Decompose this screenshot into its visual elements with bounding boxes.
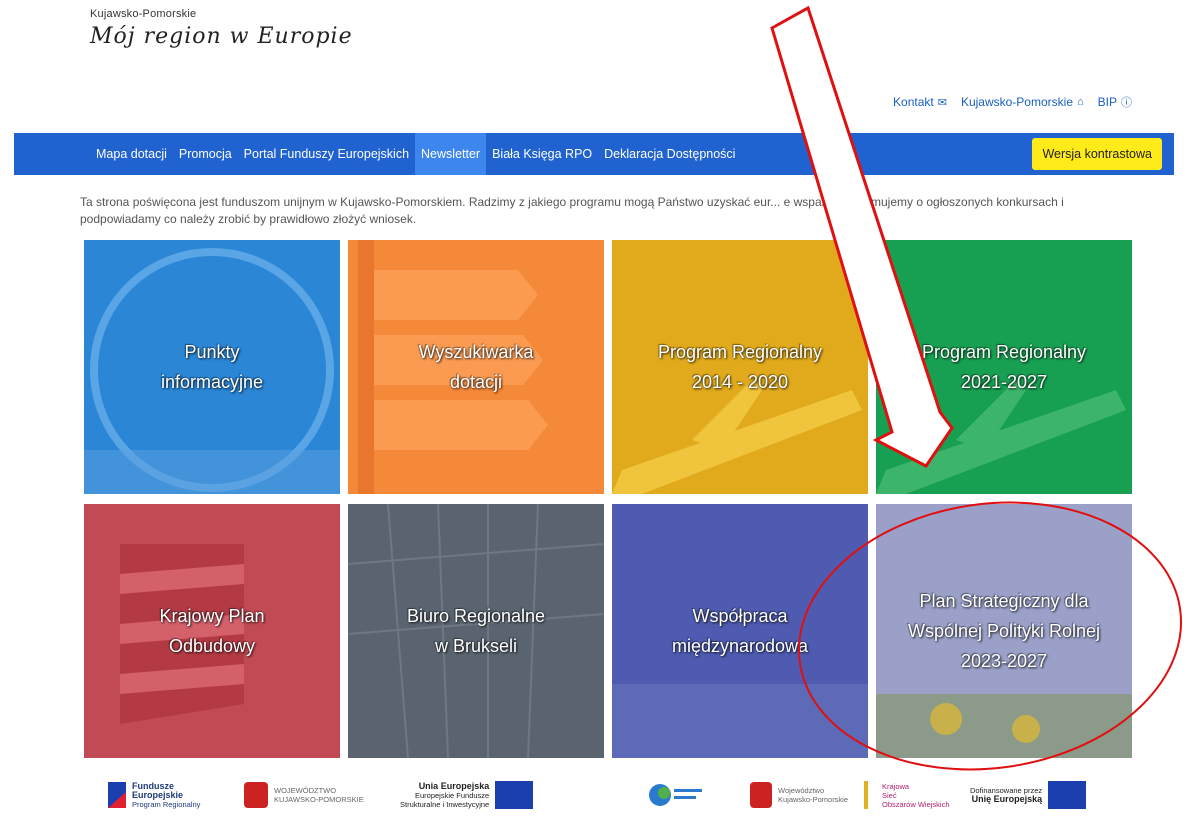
partner-logos: Fundusze Europejskie Program Regionalny WO… xyxy=(0,778,1192,818)
main-nav: Mapa dotacji Promocja Portal Funduszy Eu… xyxy=(14,133,1174,175)
contact-link[interactable]: Kontakt ✉ xyxy=(893,94,947,110)
nav-item-portal-funduszy[interactable]: Portal Funduszy Europejskich xyxy=(238,133,415,175)
logo-text: Obszarów Wiejskich xyxy=(882,799,950,809)
tile-label: Punkty informacyjne xyxy=(160,342,264,392)
logo-program-rozwoju[interactable] xyxy=(648,778,704,812)
logo-wojewodztwo[interactable]: WOJEWÓDZTWO KUJAWSKO-POMORSKIE xyxy=(244,778,364,812)
nav-item-promocja[interactable]: Promocja xyxy=(173,133,238,175)
logo-text: Unia Europejska xyxy=(418,780,490,791)
region-link-label: Kujawsko-Pomorskie xyxy=(960,95,1073,109)
tile-punkty-informacyjne[interactable]: Punkty informacyjne xyxy=(84,240,340,494)
brand-tagline: Mój region w Europie xyxy=(90,24,353,49)
logo-text: Województwo xyxy=(778,786,825,795)
tile-label: Krajowy Plan Odbudowy xyxy=(159,606,265,656)
tile-plan-strategiczny-wpr[interactable]: Plan Strategiczny dla Wspólnej Polityki … xyxy=(876,504,1132,758)
logo-text: Program Regionalny xyxy=(132,799,201,809)
bip-link-label: BIP xyxy=(1097,95,1117,109)
logo-text: Krajowa xyxy=(882,781,910,791)
eu-flag-icon xyxy=(1048,781,1087,809)
eu-flag-icon xyxy=(495,781,534,809)
tile-program-2021-2027[interactable]: Program Regionalny 2021-2027 xyxy=(876,240,1132,494)
intro-text: Ta strona poświęcona jest funduszom unij… xyxy=(80,195,1064,226)
brand-region: Kujawsko-Pomorskie xyxy=(90,8,197,20)
top-links: Kontakt ✉ Kujawsko-Pomorskie ⌂ BIP ⓘ xyxy=(893,94,1132,110)
logo-text: Europejskie xyxy=(132,789,184,800)
logo-wojewodztwo-2[interactable]: Województwo Kujawsko-Pomorskie xyxy=(750,778,848,812)
eagle-icon xyxy=(750,782,772,808)
tile-label: Współpraca międzynarodowa xyxy=(671,606,809,656)
region-link[interactable]: Kujawsko-Pomorskie ⌂ xyxy=(961,94,1084,110)
bip-link[interactable]: BIP ⓘ xyxy=(1098,94,1132,110)
tile-label: Program Regionalny 2014 - 2020 xyxy=(657,342,823,392)
site-brand[interactable]: Kujawsko-Pomorskie Mój region w Europie xyxy=(90,8,353,49)
envelope-icon: ✉ xyxy=(937,96,947,109)
tile-label: Plan Strategiczny dla Wspólnej Polityki … xyxy=(907,591,1101,671)
nav-item-biala-ksiega[interactable]: Biała Księga RPO xyxy=(486,133,598,175)
home-icon: ⌂ xyxy=(1077,96,1084,108)
eagle-icon xyxy=(244,782,268,808)
star-logo-icon xyxy=(649,784,702,806)
tile-label: Biuro Regionalne w Brukseli xyxy=(406,606,546,656)
logo-text: WOJEWÓDZTWO xyxy=(274,786,337,795)
nav-item-deklaracja[interactable]: Deklaracja Dostępności xyxy=(598,133,741,175)
tile-krajowy-plan-odbudowy[interactable]: Krajowy Plan Odbudowy xyxy=(84,504,340,758)
logo-text: KUJAWSKO-POMORSKIE xyxy=(274,795,364,804)
logo-text: Kujawsko-Pomorskie xyxy=(778,795,849,804)
info-icon: ⓘ xyxy=(1121,97,1132,109)
contrast-version-button[interactable]: Wersja kontrastowa xyxy=(1032,138,1162,170)
logo-text: Sieć xyxy=(882,790,897,800)
logo-text: Unię Europejską xyxy=(971,794,1043,804)
tile-wspolpraca-miedzynarodowa[interactable]: Współpraca międzynarodowa xyxy=(612,504,868,758)
logo-ksow[interactable]: Krajowa Sieć Obszarów Wiejskich xyxy=(856,778,950,812)
wheat-icon xyxy=(864,781,868,809)
tile-label: Wyszukiwarka dotacji xyxy=(418,342,534,392)
nav-item-mapa-dotacji[interactable]: Mapa dotacji xyxy=(90,133,173,175)
nav-item-newsletter[interactable]: Newsletter xyxy=(415,133,487,175)
tile-program-2014-2020[interactable]: Program Regionalny 2014 - 2020 xyxy=(612,240,868,494)
logo-fundusze-europejskie[interactable]: Fundusze Europejskie Program Regionalny xyxy=(108,778,200,812)
tile-biuro-bruksela[interactable]: Biuro Regionalne w Brukseli xyxy=(348,504,604,758)
logo-unia-europejska[interactable]: Unia Europejska Europejskie Fundusze Struk… xyxy=(400,778,534,812)
tile-wyszukiwarka[interactable]: Wyszukiwarka dotacji xyxy=(348,240,604,494)
logo-dofinansowane[interactable]: Dofinansowane przez Unię Europejską xyxy=(970,778,1087,812)
tile-label: Program Regionalny 2021-2027 xyxy=(921,342,1087,392)
contact-link-label: Kontakt xyxy=(893,95,934,109)
fe-flag-icon xyxy=(108,782,126,808)
logo-text: Strukturalne i Inwestycyjne xyxy=(400,799,490,809)
logo-text: Europejskie Fundusze xyxy=(415,790,490,800)
